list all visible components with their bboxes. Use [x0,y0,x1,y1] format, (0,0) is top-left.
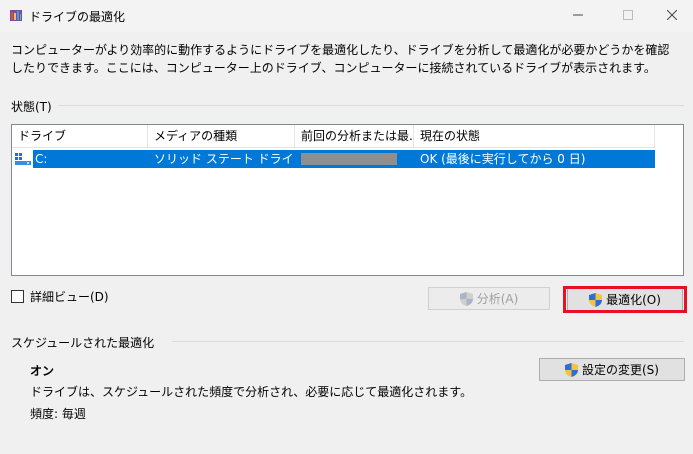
status-group-divider [58,105,684,106]
optimize-highlight [563,286,687,313]
window-title: ドライブの最適化 [29,10,126,24]
change-settings-button[interactable]: 設定の変更(S) [539,358,685,381]
schedule-group-divider [172,341,684,342]
column-last-run[interactable]: 前回の分析または最... [295,125,414,148]
uac-shield-icon [459,291,473,306]
schedule-description: ドライブは、スケジュールされた頻度で分析され、必要に応じて最適化されます。 [30,385,473,399]
cell-last-run [295,150,414,168]
column-media-type[interactable]: メディアの種類 [148,125,295,148]
column-current-status[interactable]: 現在の状態 [414,125,655,148]
schedule-status: オン [30,364,55,378]
status-group-label: 状態(T) [11,100,52,114]
schedule-frequency: 頻度: 毎週 [30,407,86,421]
close-button[interactable] [649,0,693,30]
defrag-app-icon [10,10,22,21]
analyze-button[interactable]: 分析(A) [428,287,550,310]
details-view-label: 詳細ビュー(D) [30,290,109,304]
table-row[interactable]: C: ソリッド ステート ドライブ OK (最後に実行してから 0 日) [15,150,656,168]
uac-shield-icon [565,362,578,377]
cell-media-type: ソリッド ステート ドライブ [148,150,306,168]
maximize-icon [623,10,633,20]
minimize-icon [573,14,583,16]
description-text: コンピューターがより効率的に動作するようにドライブを最適化したり、ドライブを分析… [11,43,670,75]
title-bar: ドライブの最適化 [0,0,693,32]
analyze-button-label: 分析(A) [476,292,519,306]
details-view-checkbox[interactable] [11,290,24,303]
drive-list[interactable]: ドライブ メディアの種類 前回の分析または最... 現在の状態 C: ソリッド … [11,124,684,276]
column-drive[interactable]: ドライブ [12,125,148,148]
cell-drive: C: [33,150,148,168]
change-settings-label: 設定の変更(S) [582,363,659,377]
drive-list-header: ドライブ メディアの種類 前回の分析または最... 現在の状態 [12,125,655,148]
close-icon [667,10,677,20]
minimize-button[interactable] [555,0,601,30]
cell-current-status: OK (最後に実行してから 0 日) [414,150,655,168]
details-view-checkbox-row[interactable]: 詳細ビュー(D) [11,288,109,305]
schedule-group-label: スケジュールされた最適化 [11,336,155,350]
redacted-value [301,152,397,165]
maximize-button[interactable] [605,0,651,30]
